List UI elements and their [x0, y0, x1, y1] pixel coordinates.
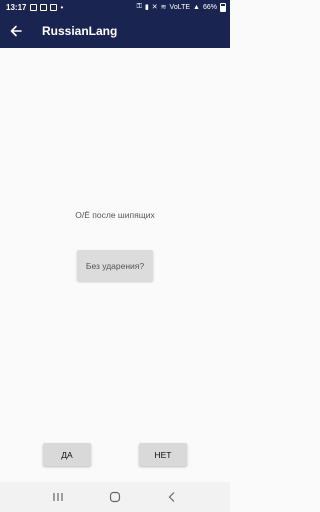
yes-button[interactable]: ДА [43, 443, 91, 466]
notification-icons: • [30, 3, 63, 12]
system-icons: ⚿ ▮ ✕ ≋ VoLTE ▲ 66% [136, 2, 226, 12]
sim-icon: ▮ [144, 4, 149, 11]
mute-icon: ✕ [151, 4, 158, 11]
key-icon: ⚿ [136, 3, 142, 10]
status-time: 13:17 [6, 2, 27, 12]
arrow-left-icon [10, 25, 22, 37]
home-button[interactable] [103, 485, 127, 509]
recents-button[interactable] [46, 485, 70, 509]
chevron-left-icon [168, 492, 175, 502]
question-text: О/Ё после шипящих [75, 210, 155, 220]
status-bar: 13:17 • ⚿ ▮ ✕ ≋ VoLTE ▲ 66% [0, 0, 230, 14]
main-content: О/Ё после шипящих Без ударения? ДА НЕТ [0, 48, 230, 480]
system-nav-bar [0, 482, 230, 512]
wifi-icon: ≋ [160, 4, 167, 11]
back-button[interactable] [0, 14, 32, 48]
no-button[interactable]: НЕТ [139, 443, 187, 466]
battery-percent: 66% [202, 3, 217, 11]
app-bar: RussianLang [0, 14, 230, 48]
gallery-icon [30, 3, 38, 11]
app-title: RussianLang [42, 24, 118, 38]
back-nav-button[interactable] [160, 485, 184, 509]
more-dots-icon: • [60, 2, 64, 12]
battery-icon [220, 2, 226, 12]
signal-icon: ▲ [193, 3, 200, 11]
network-type: VoLTE [169, 3, 191, 11]
home-icon [109, 491, 121, 503]
hint-button[interactable]: Без ударения? [77, 250, 153, 281]
recents-icon [53, 493, 63, 501]
messenger-icon [50, 3, 58, 11]
email-icon [40, 3, 48, 11]
